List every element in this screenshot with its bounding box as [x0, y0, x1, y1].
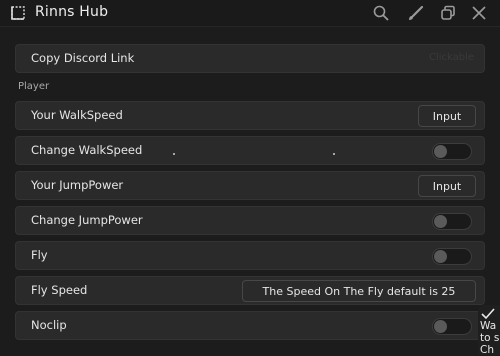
change-jumppower-row[interactable]: Change JumpPower — [15, 206, 485, 235]
fly-label: Fly — [31, 248, 48, 262]
noclip-label: Noclip — [31, 318, 67, 332]
walkspeed-row: Your WalkSpeed Input — [15, 101, 485, 130]
notification-line-2: to s — [480, 332, 500, 344]
noclip-row[interactable]: Noclip — [15, 311, 485, 340]
fly-speed-label: Fly Speed — [31, 283, 88, 297]
notification-line-3: Ch — [480, 344, 494, 356]
change-jumppower-toggle[interactable] — [432, 213, 472, 230]
app-logo-icon — [11, 6, 25, 20]
toggle-knob — [434, 145, 447, 158]
decorative-dot — [333, 153, 335, 155]
restore-window-icon[interactable] — [439, 4, 457, 22]
noclip-toggle[interactable] — [432, 318, 472, 335]
toggle-knob — [434, 250, 447, 263]
notification-toast[interactable]: Wa to s Ch — [478, 305, 500, 356]
notification-line-1: Wa — [480, 320, 497, 332]
jumppower-label: Your JumpPower — [31, 178, 124, 192]
toggle-knob — [434, 215, 447, 228]
jumppower-row: Your JumpPower Input — [15, 171, 485, 200]
walkspeed-label: Your WalkSpeed — [31, 108, 123, 122]
toggle-knob — [434, 320, 447, 333]
decorative-dot — [173, 153, 175, 155]
change-walkspeed-row[interactable]: Change WalkSpeed — [15, 136, 485, 165]
copy-discord-link-label: Copy Discord Link — [31, 51, 135, 65]
jumppower-input[interactable]: Input — [418, 175, 476, 197]
fly-speed-row: Fly Speed The Speed On The Fly default i… — [15, 276, 485, 305]
content-panel: Copy Discord Link Clickable Player Your … — [0, 27, 500, 350]
brush-icon[interactable] — [407, 4, 425, 22]
walkspeed-input[interactable]: Input — [418, 105, 476, 127]
section-label-player: Player — [18, 81, 50, 92]
search-icon[interactable] — [372, 4, 390, 22]
fly-speed-input[interactable]: The Speed On The Fly default is 25 — [242, 280, 476, 302]
close-icon[interactable] — [470, 4, 488, 22]
fly-toggle[interactable] — [432, 248, 472, 265]
title-bar: Rinns Hub — [0, 0, 500, 27]
change-jumppower-label: Change JumpPower — [31, 213, 143, 227]
copy-discord-link-button[interactable]: Copy Discord Link Clickable — [15, 44, 485, 73]
change-walkspeed-label: Change WalkSpeed — [31, 143, 143, 157]
fly-row[interactable]: Fly — [15, 241, 485, 270]
checkmark-icon — [481, 308, 495, 320]
app-title: Rinns Hub — [35, 4, 109, 20]
clickable-hint: Clickable — [428, 52, 474, 63]
change-walkspeed-toggle[interactable] — [432, 143, 472, 160]
